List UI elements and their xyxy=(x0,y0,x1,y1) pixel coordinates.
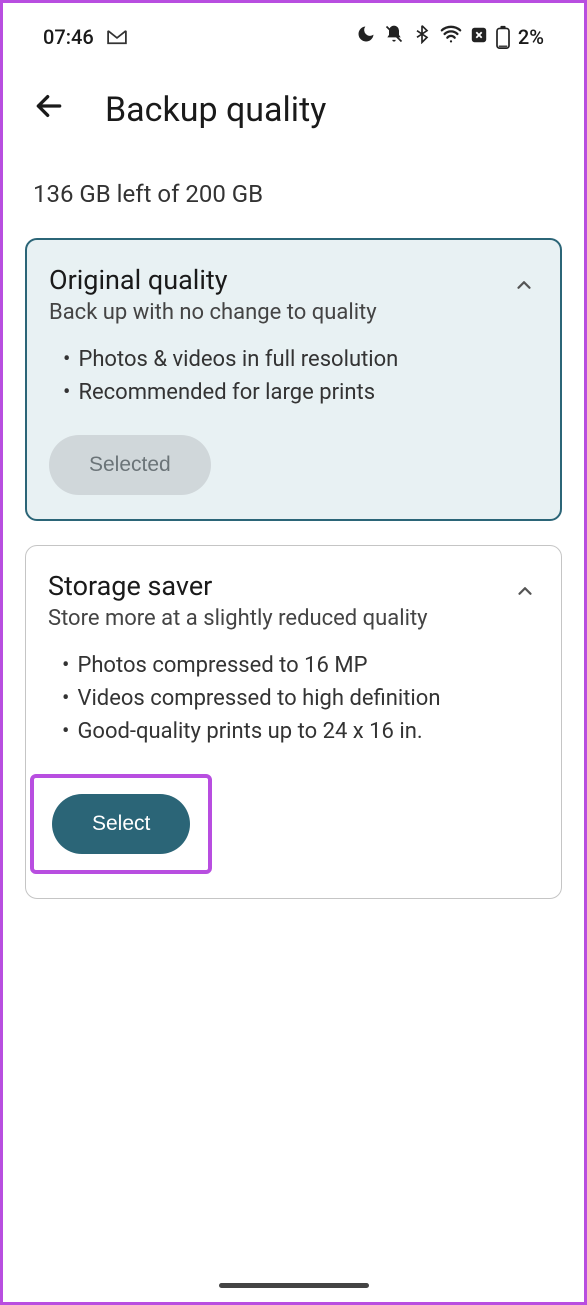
chevron-up-icon[interactable] xyxy=(513,274,533,294)
page-title: Backup quality xyxy=(105,90,326,130)
selected-button: Selected xyxy=(49,435,211,495)
back-arrow-icon[interactable] xyxy=(33,90,65,130)
card-subtitle: Store more at a slightly reduced quality xyxy=(48,606,428,631)
card-subtitle: Back up with no change to quality xyxy=(49,300,377,325)
card-title: Original quality xyxy=(49,264,377,296)
select-button[interactable]: Select xyxy=(52,794,190,854)
list-item: Videos compressed to high definition xyxy=(62,682,539,715)
original-quality-card[interactable]: Original quality Back up with no change … xyxy=(25,238,562,521)
page-header: Backup quality xyxy=(3,60,584,160)
battery-percent: 2% xyxy=(518,25,544,49)
moon-icon xyxy=(356,24,376,49)
storage-remaining: 136 GB left of 200 GB xyxy=(3,160,584,238)
battery-icon xyxy=(496,25,510,49)
list-item: Good-quality prints up to 24 x 16 in. xyxy=(62,715,539,748)
highlight-annotation: Select xyxy=(30,774,212,874)
bluetooth-icon xyxy=(412,24,432,49)
bullet-list: Photos & videos in full resolution Recom… xyxy=(49,343,538,409)
chevron-up-icon[interactable] xyxy=(514,580,534,600)
data-disabled-icon xyxy=(470,25,488,49)
list-item: Recommended for large prints xyxy=(63,376,538,409)
gmail-icon xyxy=(106,29,128,45)
status-right: 2% xyxy=(356,23,544,50)
wifi-icon xyxy=(440,23,462,50)
card-title: Storage saver xyxy=(48,570,428,602)
bell-off-icon xyxy=(384,24,404,49)
bullet-list: Photos compressed to 16 MP Videos compre… xyxy=(48,649,539,748)
storage-saver-card[interactable]: Storage saver Store more at a slightly r… xyxy=(25,545,562,899)
list-item: Photos compressed to 16 MP xyxy=(62,649,539,682)
nav-bar-handle[interactable] xyxy=(219,1283,369,1288)
status-bar: 07:46 2% xyxy=(3,3,584,60)
status-left: 07:46 xyxy=(43,25,128,49)
list-item: Photos & videos in full resolution xyxy=(63,343,538,376)
status-time: 07:46 xyxy=(43,25,94,49)
